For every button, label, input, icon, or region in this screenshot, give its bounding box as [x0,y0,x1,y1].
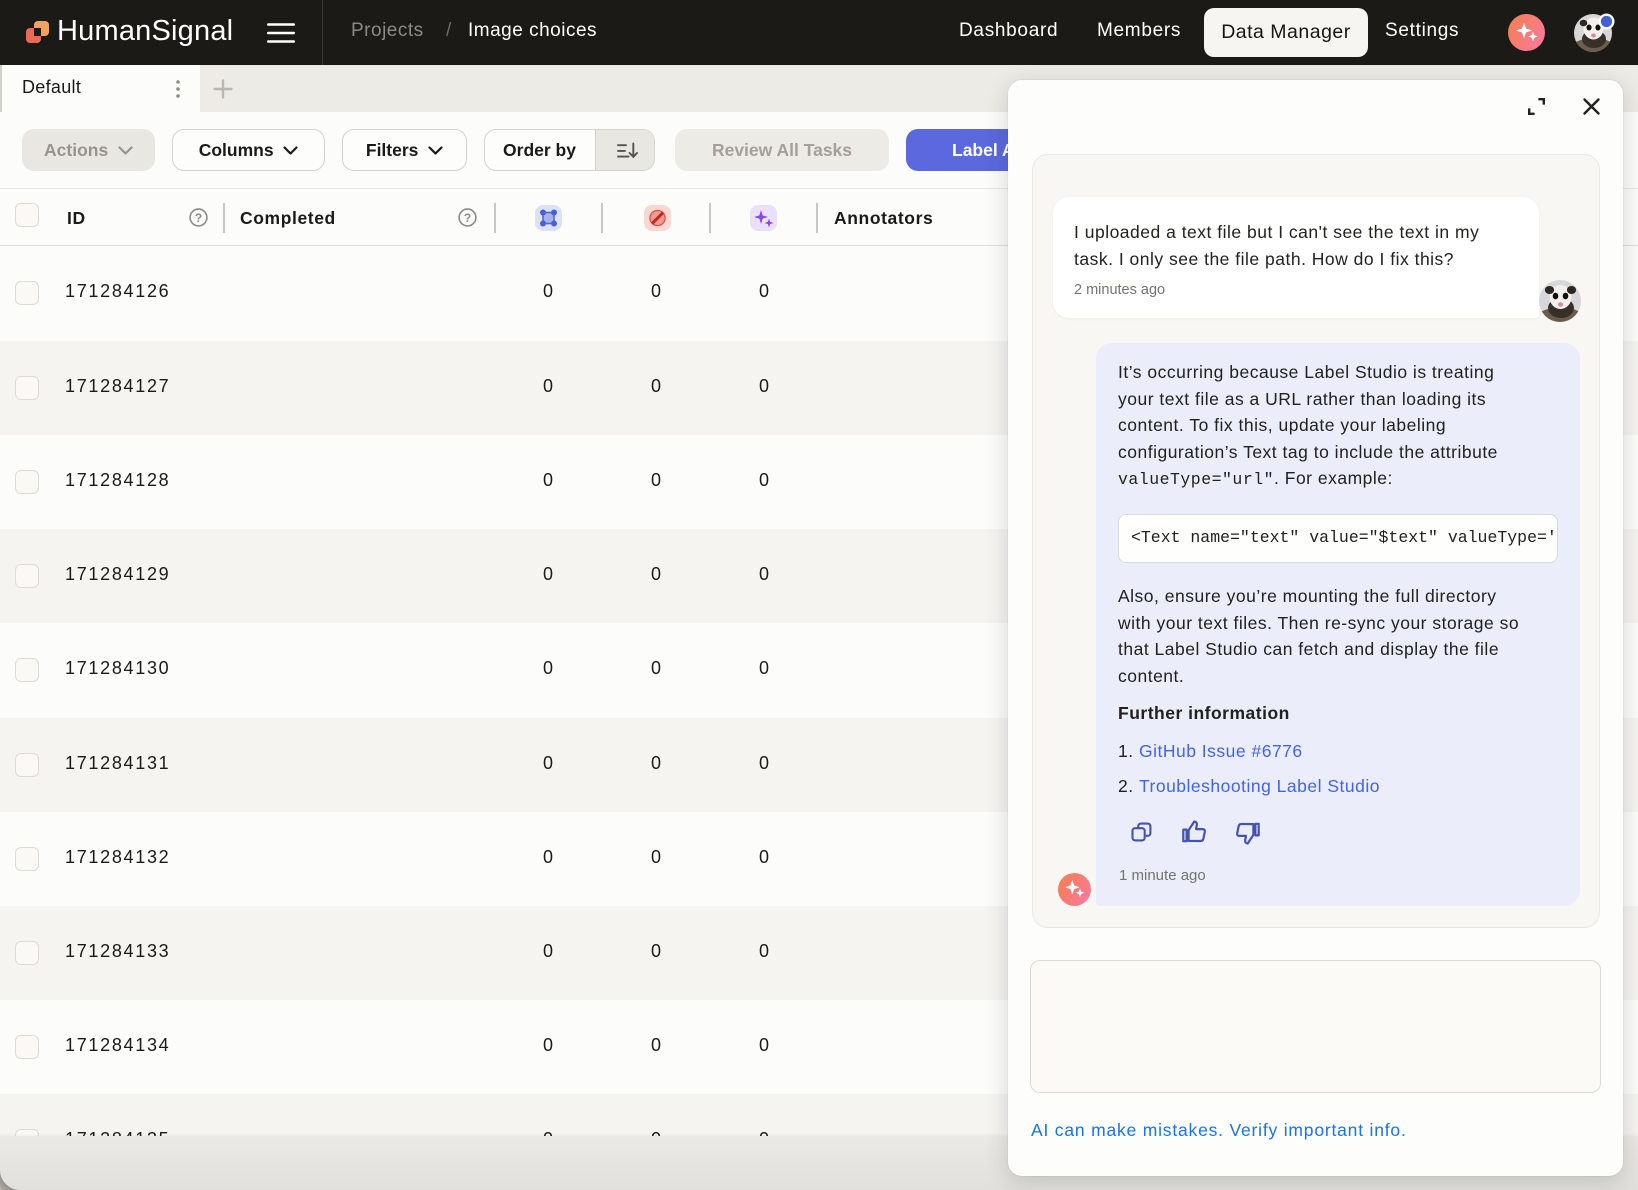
svg-text:?: ? [464,211,471,225]
svg-text:?: ? [195,211,202,225]
